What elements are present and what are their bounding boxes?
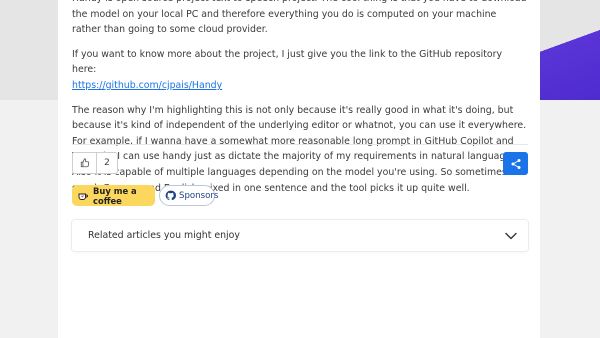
divider [72, 144, 528, 145]
article-paragraph: Handy is open source project text to spe… [72, 0, 527, 36]
article-paragraph: If you want to know more about the proje… [72, 47, 528, 94]
sponsors-button[interactable]: Sponsors [159, 185, 219, 206]
article-body: Handy is open source project text to spe… [72, 0, 528, 205]
chevron-down-icon [505, 232, 517, 240]
like-button[interactable]: 2 [72, 152, 118, 174]
related-articles-label: Related articles you might enjoy [88, 230, 240, 241]
share-icon [510, 158, 522, 170]
github-icon [165, 190, 176, 201]
buy-me-a-coffee-button[interactable]: Buy me a coffee [72, 185, 155, 206]
coffee-label: Buy me a coffee [93, 185, 137, 206]
thumbs-up-icon [73, 153, 97, 173]
related-articles-toggle[interactable]: Related articles you might enjoy [72, 220, 528, 251]
share-button[interactable] [503, 152, 528, 175]
article-paragraph: The reason why I'm highlighting this is … [72, 104, 527, 194]
link-intro-text: If you want to know more about the proje… [72, 48, 503, 76]
like-count: 2 [104, 158, 110, 168]
coffee-cup-icon [77, 190, 89, 202]
sponsors-label: Sponsors [179, 190, 219, 201]
github-repo-link[interactable]: https://github.com/cjpais/Handy [72, 80, 222, 91]
